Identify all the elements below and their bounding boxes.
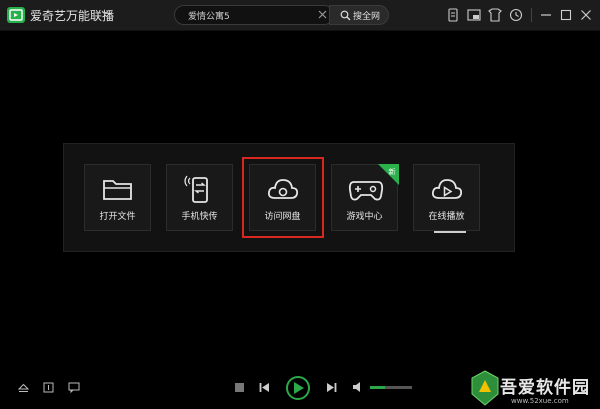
online-play-tile[interactable]: 在线播放 (413, 164, 480, 231)
phone-transfer-icon[interactable] (447, 8, 459, 22)
game-center-label: 游戏中心 (346, 212, 383, 222)
phone-transfer-icon (184, 175, 208, 203)
volume-level-fill (370, 386, 385, 389)
close-icon[interactable] (580, 8, 592, 22)
subtitle-icon[interactable] (68, 382, 80, 393)
app-logo-icon[interactable] (7, 7, 25, 23)
play-button[interactable] (286, 376, 310, 400)
search-input[interactable]: 爱情公寓5 (174, 5, 334, 25)
online-play-underline (434, 231, 466, 233)
watermark-url: www.52xue.com (511, 397, 569, 405)
previous-icon[interactable] (259, 382, 270, 393)
volume-slider[interactable] (370, 386, 412, 389)
phone-transfer-label: 手机快传 (181, 212, 218, 222)
highlight-frame (242, 157, 324, 238)
chevron-down-icon[interactable] (100, 8, 110, 18)
shop-icon[interactable] (488, 8, 502, 22)
search-query-text: 爱情公寓5 (188, 12, 230, 22)
play-icon (294, 382, 304, 394)
toolbar-divider (531, 8, 532, 22)
open-file-label: 打开文件 (99, 212, 136, 222)
playlist-icon[interactable] (43, 382, 54, 393)
clear-search-icon[interactable] (318, 10, 327, 19)
open-file-tile[interactable]: 打开文件 (84, 164, 151, 231)
new-badge: 新 (378, 164, 399, 185)
online-play-label: 在线播放 (428, 212, 465, 222)
next-icon[interactable] (326, 382, 337, 393)
stop-icon[interactable] (235, 383, 244, 392)
volume-icon[interactable] (352, 381, 364, 393)
history-clock-icon[interactable] (509, 8, 523, 22)
folder-icon (103, 180, 132, 200)
maximize-icon[interactable] (560, 8, 572, 22)
eject-icon[interactable] (18, 383, 29, 393)
phone-transfer-tile[interactable]: 手机快传 (166, 164, 233, 231)
search-all-button[interactable]: 搜全网 (329, 5, 389, 25)
new-badge-text: 新 (389, 167, 396, 176)
watermark-name: 吾爱软件园 (500, 378, 590, 398)
watermark-logo-icon (471, 370, 499, 406)
search-all-label: 搜全网 (353, 12, 381, 22)
title-bar: 爱奇艺万能联播 爱情公寓5 搜全网 (0, 0, 600, 31)
mini-mode-icon[interactable] (467, 8, 481, 22)
cloud-play-icon (431, 179, 463, 199)
minimize-icon[interactable] (540, 8, 552, 22)
search-icon (340, 10, 351, 21)
